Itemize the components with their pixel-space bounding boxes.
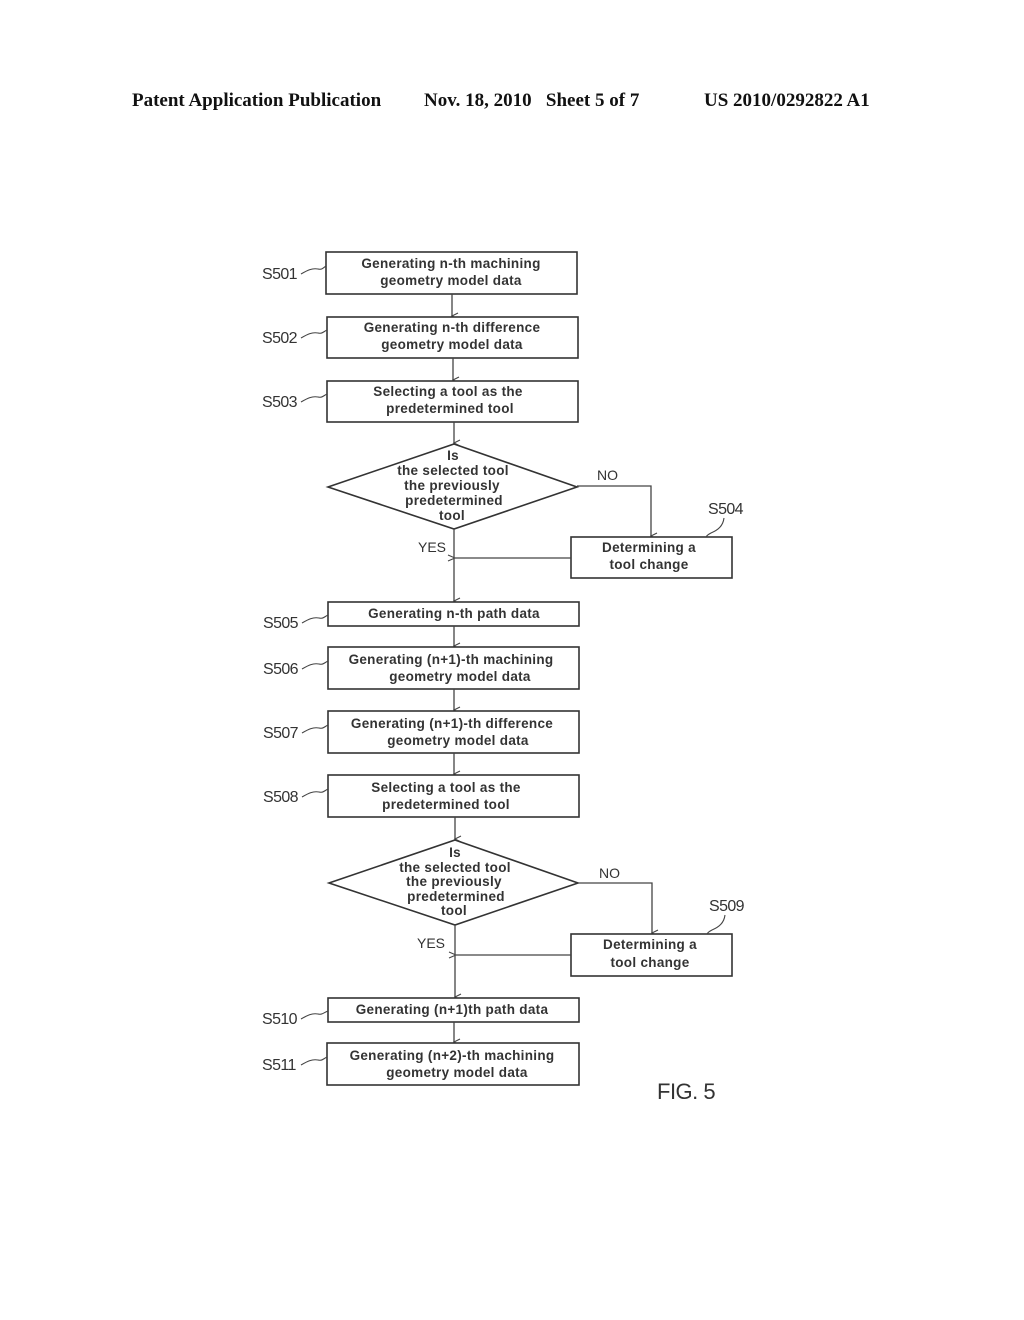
- no-branch-arrow: [578, 882, 652, 933]
- leader-line: [300, 1010, 329, 1020]
- step-s508: Selecting a tool as the predetermined to…: [263, 774, 580, 818]
- step-text: Determining a: [603, 937, 697, 952]
- decision-text: the selected tool: [399, 860, 511, 875]
- step-label: S501: [262, 266, 298, 283]
- step-s504: Determining a tool change S504: [570, 501, 744, 579]
- step-text: predetermined tool: [382, 797, 510, 812]
- step-s509: Determining a tool change S509: [570, 898, 745, 977]
- no-branch-arrow: [577, 485, 651, 536]
- step-label: S503: [262, 394, 298, 411]
- yes-label: YES: [418, 539, 446, 555]
- step-s501: Generating n-th machining geometry model…: [262, 251, 578, 295]
- leader-line: [300, 1056, 328, 1066]
- step-label: S510: [262, 1011, 298, 1028]
- step-s506: Generating (n+1)-th machining geometry m…: [263, 646, 580, 690]
- decision-text: the previously: [406, 874, 502, 889]
- decision-text: tool: [439, 508, 465, 523]
- leader-line: [705, 517, 725, 538]
- leader-line: [300, 393, 328, 403]
- decision-text: the previously: [404, 478, 500, 493]
- step-text: predetermined tool: [386, 401, 514, 416]
- decision-text: Is: [447, 448, 459, 463]
- step-text: geometry model data: [386, 1065, 528, 1080]
- step-s505: Generating n-th path data S505: [263, 601, 580, 632]
- step-text: geometry model data: [389, 669, 531, 684]
- step-label: S507: [263, 725, 299, 742]
- decision-text: Is: [449, 845, 461, 860]
- step-text: geometry model data: [381, 337, 523, 352]
- step-text: Generating (n+1)th path data: [356, 1002, 549, 1017]
- decision-text: predetermined: [405, 493, 503, 508]
- leader-line: [300, 329, 328, 339]
- leader-line: [706, 914, 726, 935]
- step-text: tool change: [609, 557, 688, 572]
- step-s503: Selecting a tool as the predetermined to…: [262, 380, 579, 423]
- decision-text: predetermined: [407, 889, 505, 904]
- step-label: S506: [263, 661, 299, 678]
- step-label: S504: [708, 501, 744, 518]
- leader-line: [301, 788, 329, 798]
- step-text: Determining a: [602, 540, 696, 555]
- figure-label: FIG. 5: [657, 1079, 715, 1104]
- leader-line: [301, 724, 329, 734]
- step-text: tool change: [610, 955, 689, 970]
- leader-line: [300, 265, 327, 275]
- no-label: NO: [597, 467, 618, 483]
- step-label: S509: [709, 898, 745, 915]
- step-label: S511: [262, 1057, 296, 1074]
- flowchart: Generating n-th machining geometry model…: [262, 251, 745, 1104]
- step-label: S505: [263, 615, 299, 632]
- step-text: Generating (n+2)-th machining: [350, 1048, 555, 1063]
- step-label: S502: [262, 330, 298, 347]
- step-text: geometry model data: [380, 273, 522, 288]
- step-s510: Generating (n+1)th path data S510: [262, 997, 580, 1028]
- step-label: S508: [263, 789, 299, 806]
- no-label: NO: [599, 865, 620, 881]
- step-text: Generating n-th path data: [368, 606, 540, 621]
- step-text: geometry model data: [387, 733, 529, 748]
- step-s507: Generating (n+1)-th difference geometry …: [263, 710, 580, 754]
- step-text: Generating n-th difference: [364, 320, 541, 335]
- step-text: Selecting a tool as the: [373, 384, 523, 399]
- yes-label: YES: [417, 935, 445, 951]
- leader-line: [301, 614, 329, 624]
- step-s502: Generating n-th difference geometry mode…: [262, 316, 579, 359]
- decision-text: tool: [441, 903, 467, 918]
- step-text: Generating (n+1)-th difference: [351, 716, 553, 731]
- step-s511: Generating (n+2)-th machining geometry m…: [262, 1042, 580, 1086]
- step-text: Generating (n+1)-th machining: [349, 652, 554, 667]
- step-text: Generating n-th machining: [361, 256, 540, 271]
- step-text: Selecting a tool as the: [371, 780, 521, 795]
- leader-line: [301, 660, 329, 670]
- decision-text: the selected tool: [397, 463, 509, 478]
